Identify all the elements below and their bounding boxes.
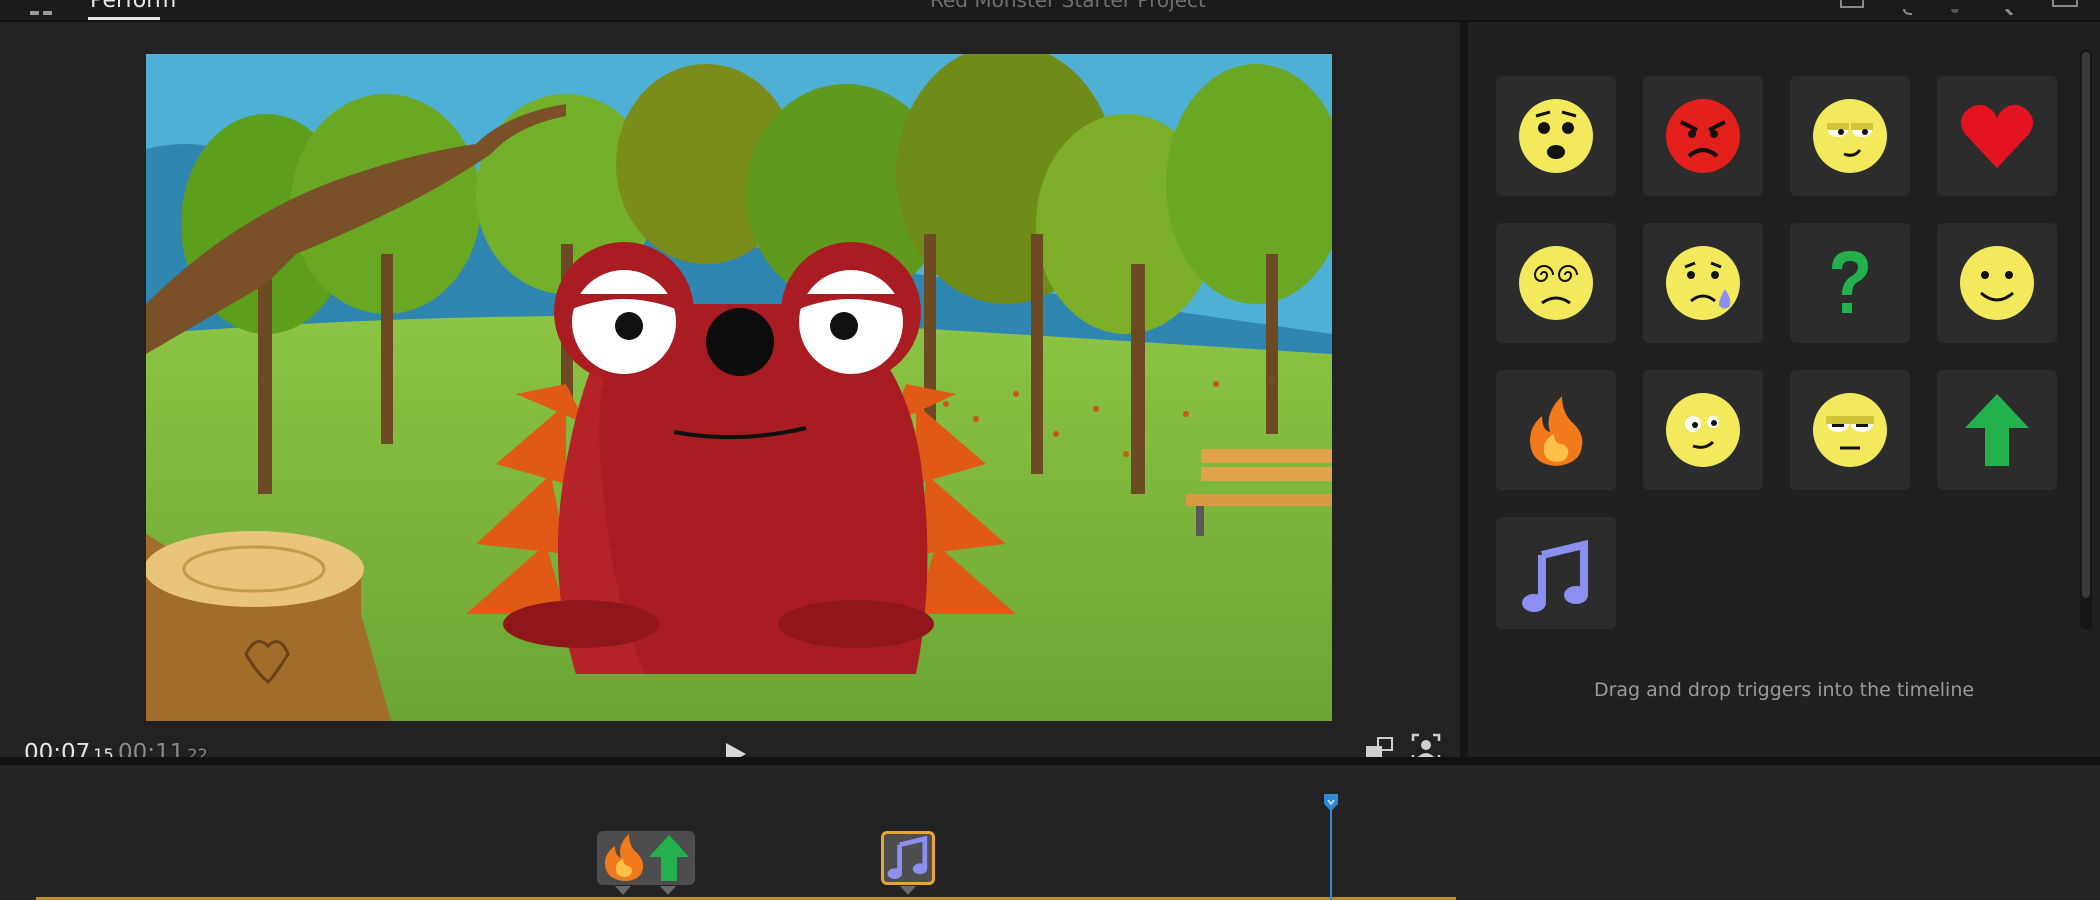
dizzy-face-icon (1519, 246, 1593, 320)
panel-divider[interactable] (1460, 22, 1468, 757)
trigger-up-arrow[interactable] (1937, 370, 2057, 490)
trigger-smile[interactable] (1937, 223, 2057, 343)
up-arrow-icon (1965, 394, 2029, 466)
pointer-icon[interactable] (2000, 0, 2020, 17)
question-mark-icon (1832, 251, 1868, 313)
stage-panel: 00:07 15 00:11 22 (0, 22, 1460, 766)
top-bar: Perform Red Monster Starter Project (0, 0, 2100, 22)
project-title: Red Monster Starter Project (930, 0, 1206, 12)
fire-icon (1530, 396, 1583, 466)
trigger-heart[interactable] (1937, 76, 2057, 196)
triggers-panel: Drag and drop triggers into the timeline (1468, 22, 2100, 757)
timeline-fire-arrow-icons (605, 834, 689, 881)
trigger-dizzy[interactable] (1496, 223, 1616, 343)
trigger-sleepy[interactable] (1790, 370, 1910, 490)
music-note-icon (1522, 539, 1588, 612)
trigger-goofy[interactable] (1643, 370, 1763, 490)
timeline-music-note-icon (887, 835, 928, 879)
trigger-angry[interactable] (1643, 76, 1763, 196)
heart-icon (1961, 104, 2033, 168)
active-tab-indicator (88, 17, 160, 20)
timeline-block-marker-1 (615, 886, 631, 895)
timeline-panel[interactable] (0, 765, 2100, 900)
timeline-trigger-block[interactable] (597, 831, 695, 885)
sleepy-face-icon (1813, 393, 1887, 467)
timeline-music-block[interactable] (881, 831, 935, 885)
angry-face-icon (1666, 99, 1740, 173)
trigger-sad-tear[interactable] (1643, 223, 1763, 343)
trigger-surprised[interactable] (1496, 76, 1616, 196)
trigger-question[interactable] (1790, 223, 1910, 343)
workspace-grid-icon[interactable] (30, 0, 56, 15)
triggers-scrollbar-thumb[interactable] (2082, 52, 2090, 598)
undo-icon[interactable] (1900, 0, 1920, 15)
red-monster-scene (146, 54, 1332, 721)
timeline-divider[interactable] (0, 757, 2100, 765)
playhead-icon (1324, 794, 1338, 811)
goofy-face-icon (1666, 393, 1740, 467)
trigger-fire[interactable] (1496, 370, 1616, 490)
timeline-block-marker-3 (900, 886, 916, 895)
suspicious-face-icon (1813, 99, 1887, 173)
window-icon[interactable] (2052, 0, 2078, 7)
surprised-face-icon (1519, 99, 1593, 173)
scene-canvas[interactable] (146, 54, 1332, 721)
triggers-hint: Drag and drop triggers into the timeline (1593, 679, 1975, 701)
redo-icon[interactable] (1945, 0, 1965, 13)
trigger-music[interactable] (1496, 517, 1616, 629)
trigger-suspicious[interactable] (1790, 76, 1910, 196)
timeline-block-marker-2 (660, 886, 676, 895)
playhead-handle[interactable] (1322, 794, 1340, 812)
tab-perform[interactable]: Perform (90, 0, 176, 13)
smile-face-icon (1960, 246, 2034, 320)
share-icon[interactable] (1840, 0, 1864, 8)
sad-tear-face-icon (1666, 246, 1740, 320)
